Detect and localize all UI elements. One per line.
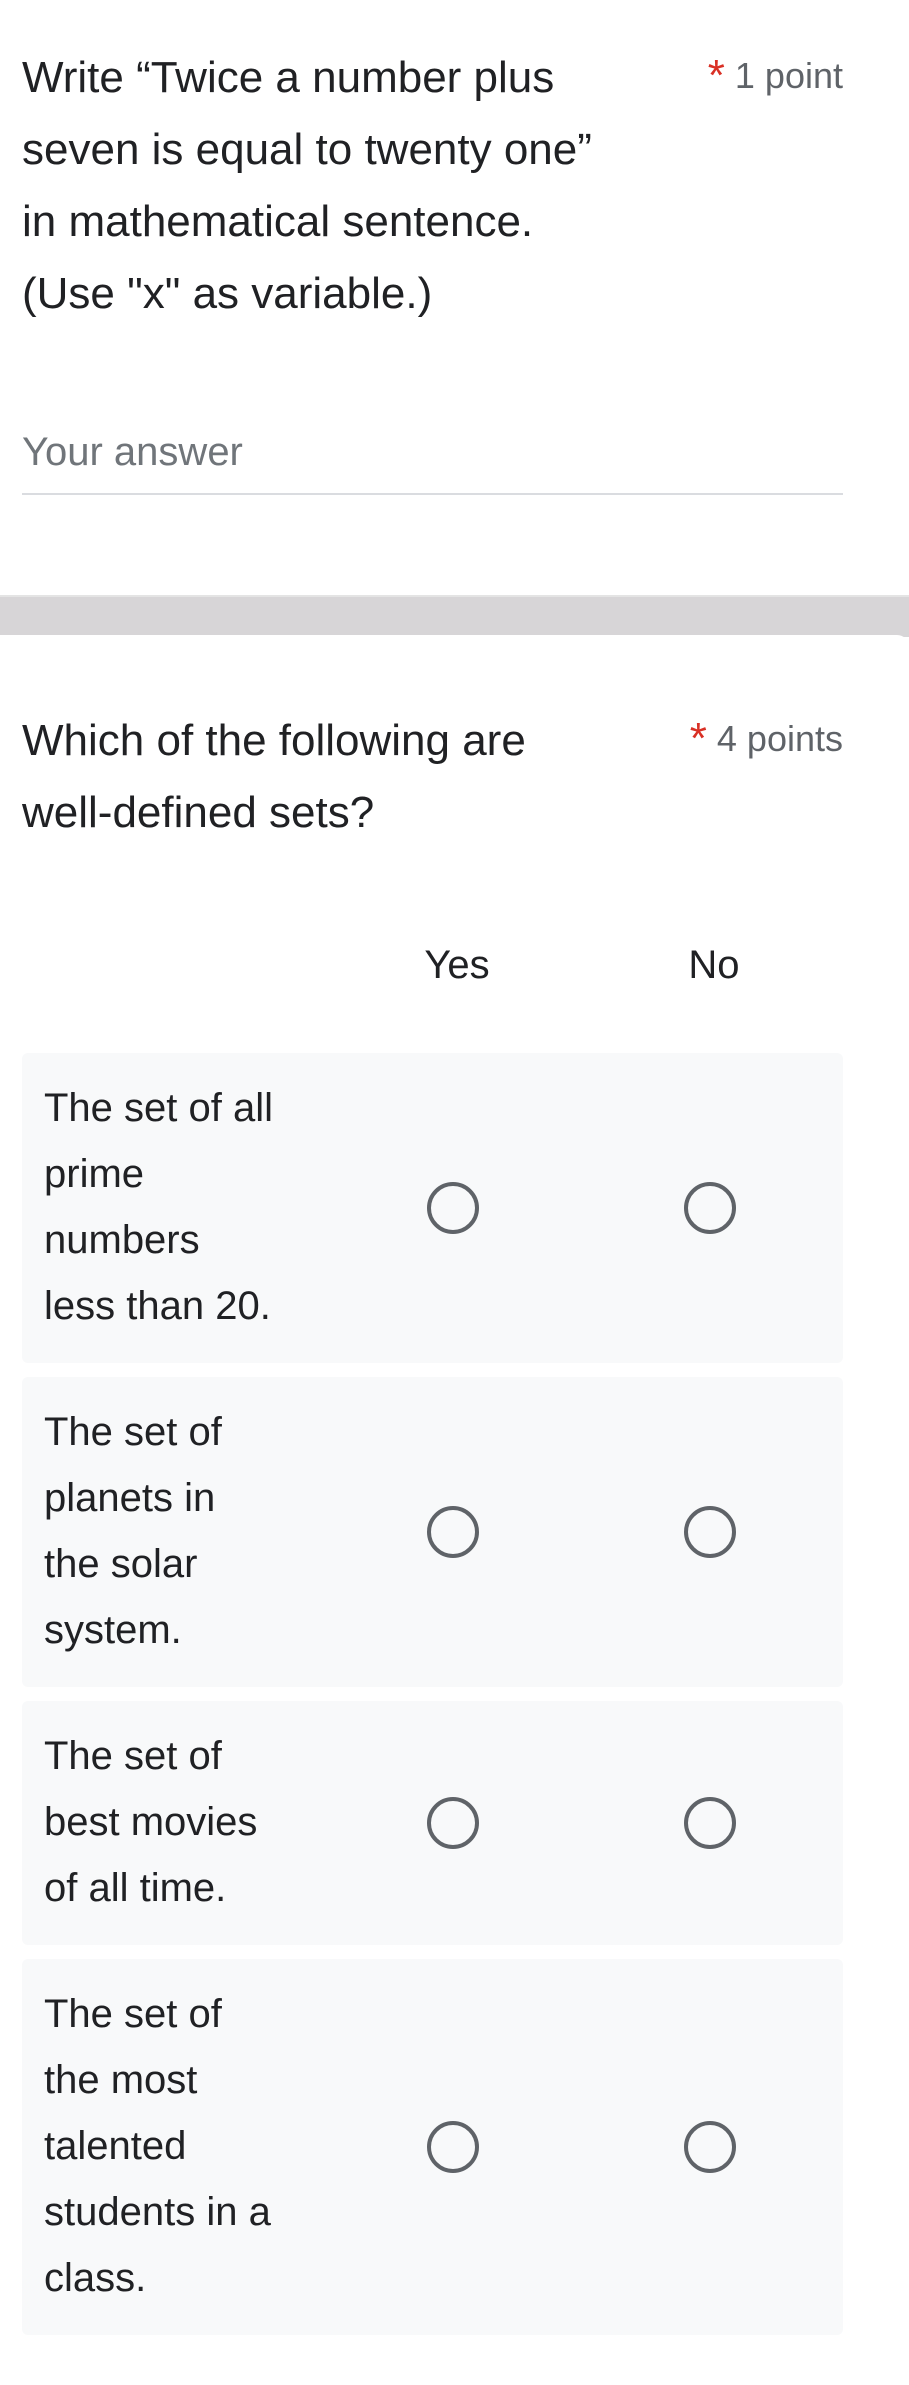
grid-row: The set of all prime numbers less than 2…: [22, 1053, 843, 1363]
answer-field-wrapper: [22, 422, 843, 495]
question-header: Which of the following are well-defined …: [22, 705, 843, 849]
question-header: Write “Twice a number plus seven is equa…: [22, 42, 843, 330]
form-page: Write “Twice a number plus seven is equa…: [0, 0, 909, 2385]
column-label-yes: Yes: [424, 943, 490, 987]
radio-no[interactable]: [684, 1182, 736, 1234]
grid-row-label: The set of planets in the solar system.: [44, 1410, 222, 1652]
question-separator: [0, 595, 909, 637]
required-asterisk: *: [689, 714, 707, 763]
grid-row-label: The set of best movies of all time.: [44, 1734, 258, 1910]
grid-row: The set of planets in the solar system.: [22, 1377, 843, 1687]
grid-column-header: Yes No: [0, 925, 909, 1005]
grid-row-label: The set of the most talented students in…: [44, 1992, 271, 2300]
radio-yes[interactable]: [427, 1506, 479, 1558]
radio-yes[interactable]: [427, 1797, 479, 1849]
grid-row-label: The set of all prime numbers less than 2…: [44, 1086, 274, 1328]
radio-no[interactable]: [684, 1506, 736, 1558]
radio-no[interactable]: [684, 2121, 736, 2173]
question-meta: * 1 point: [708, 46, 843, 106]
question-points: 4 points: [716, 718, 843, 759]
question-title: Which of the following are well-defined …: [22, 716, 526, 837]
question-card-short-answer: Write “Twice a number plus seven is equa…: [0, 0, 909, 595]
short-answer-input[interactable]: [22, 422, 843, 495]
column-label-no: No: [688, 943, 740, 987]
radio-yes[interactable]: [427, 1182, 479, 1234]
grid-row: The set of best movies of all time.: [22, 1701, 843, 1945]
radio-yes[interactable]: [427, 2121, 479, 2173]
question-points: 1 point: [734, 55, 843, 96]
question-meta: * 4 points: [690, 709, 843, 769]
grid-row: The set of the most talented students in…: [22, 1959, 843, 2335]
required-asterisk: *: [707, 51, 725, 100]
question-card-multiple-choice-grid: Which of the following are well-defined …: [0, 635, 909, 2385]
radio-no[interactable]: [684, 1797, 736, 1849]
question-title: Write “Twice a number plus seven is equa…: [22, 53, 592, 318]
